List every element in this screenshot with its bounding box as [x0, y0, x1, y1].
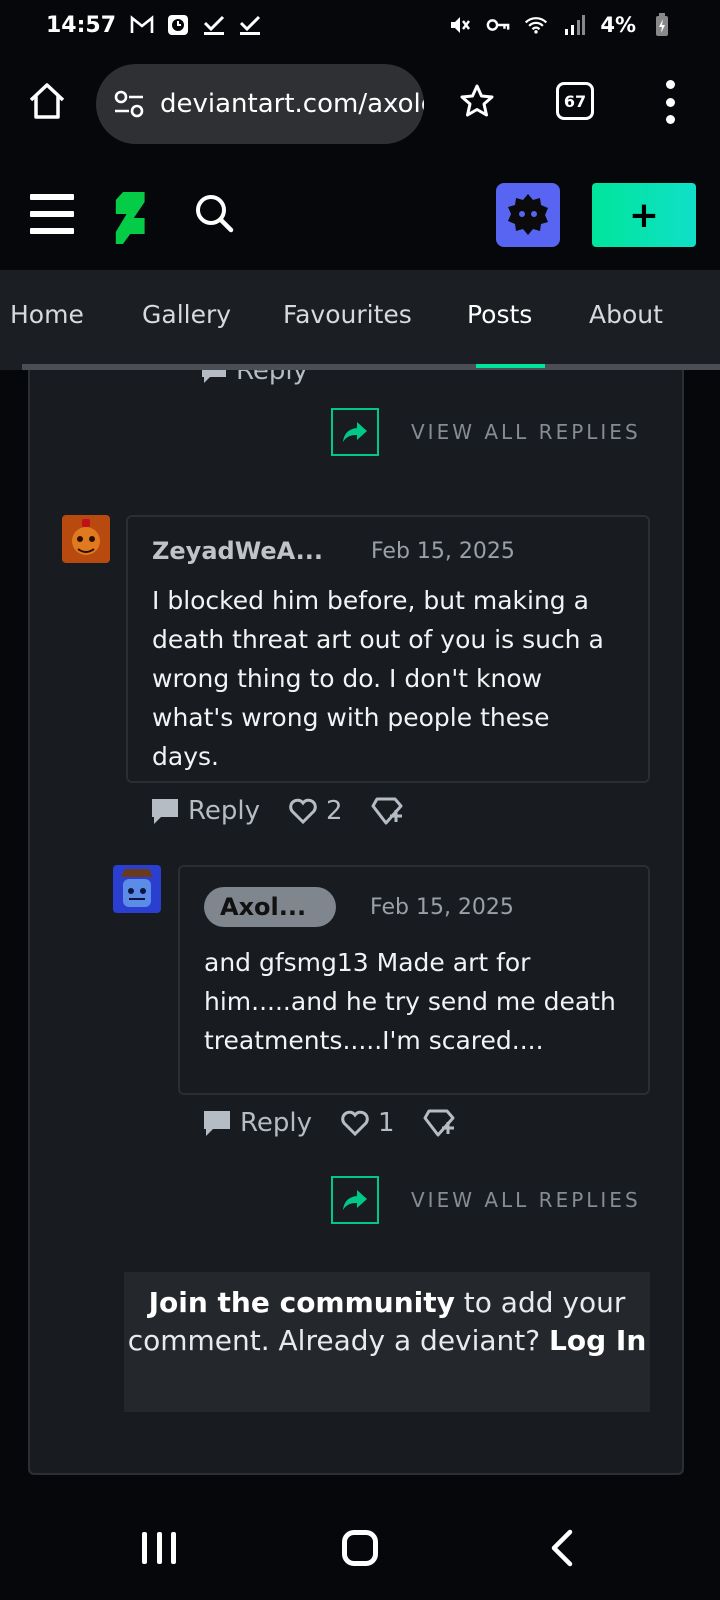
search-icon: [196, 195, 234, 233]
battery-charging-icon: [650, 13, 674, 37]
browser-menu-button[interactable]: [660, 80, 680, 124]
speech-bubble-icon: [152, 799, 178, 824]
reply-label: Reply: [236, 370, 309, 386]
tab-home[interactable]: Home: [10, 300, 84, 329]
reply-label: Reply: [240, 1108, 313, 1138]
vpn-key-icon: [486, 13, 510, 37]
tab-posts[interactable]: Posts: [467, 300, 532, 329]
battery-percent: 4%: [600, 13, 636, 37]
comment-box: Axol... Feb 15, 2025 and gfsmg13 Made ar…: [178, 865, 650, 1095]
create-button[interactable]: +: [592, 183, 696, 247]
join-community-link[interactable]: Join the community: [149, 1286, 455, 1319]
check-icon: [238, 13, 262, 37]
browser-home-button[interactable]: [26, 80, 68, 122]
like-count: 2: [326, 796, 343, 826]
notifications-button[interactable]: [496, 183, 560, 247]
signal-icon: [562, 13, 586, 37]
view-all-replies-label: VIEW ALL REPLIES: [411, 1188, 641, 1212]
badge-creature-icon: [508, 194, 548, 235]
hamburger-menu-icon[interactable]: [30, 194, 74, 234]
wifi-icon: [524, 13, 548, 37]
clock-app-icon: [166, 13, 190, 37]
status-time: 14:57: [46, 12, 117, 38]
mute-icon: [448, 13, 472, 37]
gem-plus-icon: [423, 1109, 455, 1137]
avatar[interactable]: [62, 515, 110, 563]
back-icon[interactable]: [548, 1528, 578, 1568]
comment-actions: Reply 1: [202, 1108, 493, 1138]
tab-switcher-button[interactable]: 67: [556, 82, 594, 120]
deviantart-logo-icon[interactable]: [112, 188, 152, 248]
profile-tabs: Home Gallery Favourites Posts About: [0, 270, 720, 370]
reply-button[interactable]: Reply: [150, 796, 260, 826]
site-header: +: [0, 170, 720, 265]
comment-header: ZeyadWeA... Feb 15, 2025: [152, 537, 624, 565]
address-bar[interactable]: deviantart.com/axolo: [96, 64, 424, 144]
home-icon: [29, 83, 65, 119]
user-avatar-image: [62, 515, 110, 563]
reply-label: Reply: [188, 796, 261, 826]
gmail-icon: [130, 13, 154, 37]
like-button[interactable]: 2: [288, 796, 343, 826]
log-in-link[interactable]: Log In: [549, 1324, 646, 1357]
reply-button[interactable]: Reply: [200, 370, 308, 386]
comment-actions: Reply 2: [150, 796, 441, 826]
join-community-box: Join the community to add your comment. …: [124, 1272, 650, 1412]
award-button[interactable]: [423, 1108, 465, 1138]
active-tab-indicator: [476, 364, 545, 368]
comment-username[interactable]: Axol...: [204, 887, 336, 927]
home-nav-icon[interactable]: [342, 1530, 378, 1566]
like-count: 1: [378, 1108, 395, 1138]
bookmark-button[interactable]: [458, 82, 496, 120]
check-icon: [202, 13, 226, 37]
notification-icons: [130, 13, 262, 37]
comment-date[interactable]: Feb 15, 2025: [371, 539, 515, 564]
tab-favourites[interactable]: Favourites: [283, 300, 412, 329]
avatar[interactable]: [113, 865, 161, 913]
search-button[interactable]: [193, 192, 237, 236]
speech-bubble-icon: [202, 370, 226, 383]
comment-text: and gfsmg13 Made art for him.....and he …: [204, 948, 616, 1055]
more-dot: [665, 80, 675, 89]
more-dot: [665, 115, 675, 124]
more-dot: [665, 97, 675, 107]
like-button[interactable]: 1: [340, 1108, 395, 1138]
browser-toolbar: deviantart.com/axolo 67: [0, 60, 720, 145]
recent-apps-icon[interactable]: [142, 1532, 176, 1566]
comment-date[interactable]: Feb 15, 2025: [370, 895, 514, 920]
view-all-replies-label: VIEW ALL REPLIES: [411, 420, 641, 444]
tab-gallery[interactable]: Gallery: [142, 300, 231, 329]
speech-bubble-icon: [204, 1111, 230, 1136]
tab-about[interactable]: About: [589, 300, 663, 329]
site-settings-icon[interactable]: [112, 87, 146, 121]
comment-username[interactable]: ZeyadWeA...: [152, 537, 323, 565]
comment-header: Axol... Feb 15, 2025: [204, 887, 624, 927]
system-icons: 4%: [448, 13, 674, 37]
heart-icon: [289, 798, 317, 825]
award-button[interactable]: [371, 796, 413, 826]
url-text: deviantart.com/axolo: [160, 89, 424, 119]
comment-box: ZeyadWeA... Feb 15, 2025 I blocked him b…: [126, 515, 650, 783]
share-arrow-icon: [331, 408, 379, 456]
comment-actions-clipped: Reply: [200, 370, 336, 390]
view-all-replies-bottom[interactable]: VIEW ALL REPLIES: [331, 1176, 641, 1224]
view-all-replies-top[interactable]: VIEW ALL REPLIES: [331, 408, 641, 456]
heart-icon: [341, 1110, 369, 1137]
share-arrow-icon: [331, 1176, 379, 1224]
gem-plus-icon: [371, 797, 403, 825]
comment-text: I blocked him before, but making a death…: [152, 586, 604, 771]
android-nav-bar: [0, 1510, 720, 1600]
status-bar: 14:57 4%: [0, 0, 720, 50]
reply-button[interactable]: Reply: [202, 1108, 312, 1138]
user-avatar-image: [113, 865, 161, 913]
star-icon: [460, 84, 494, 117]
